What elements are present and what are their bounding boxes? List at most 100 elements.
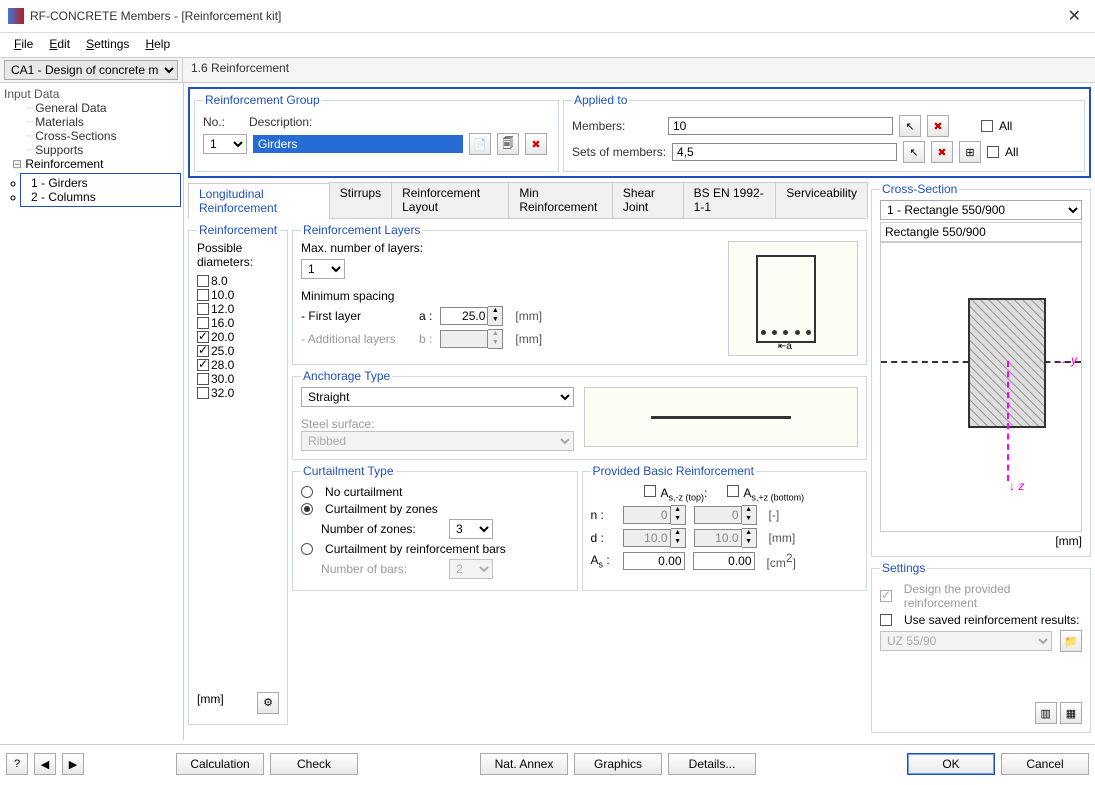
cross-name: Rectangle 550/900 [880,222,1082,242]
graphics-button[interactable]: Graphics [574,753,662,775]
case-select[interactable]: CA1 - Design of concrete memb [4,60,178,80]
design-check [880,590,892,602]
anchor-preview [584,387,858,447]
max-layers-select[interactable]: 1 [301,259,345,279]
units-button[interactable]: ⚙ [257,692,279,714]
reinf-legend: Reinforcement [197,223,279,237]
diameter-25.0[interactable]: 25.0 [197,344,279,358]
settings-legend: Settings [880,561,927,575]
cancel-button[interactable]: Cancel [1001,753,1089,775]
n-bot [694,506,742,524]
n-top [623,506,671,524]
saved-open-icon[interactable]: 📁 [1060,630,1082,652]
radio-zones[interactable] [301,503,313,515]
all-members-check[interactable] [981,120,993,132]
nav-general[interactable]: General Data [2,101,181,115]
cross-unit: [mm] [880,534,1082,548]
tab-min[interactable]: Min Reinforcement [508,182,613,218]
nav-root[interactable]: Input Data [2,87,181,101]
diameter-30.0[interactable]: 30.0 [197,372,279,386]
prev-icon[interactable]: ◀ [34,753,56,775]
menu-help[interactable]: Help [139,35,176,53]
cross-select[interactable]: 1 - Rectangle 550/900 [880,200,1082,220]
diameter-28.0[interactable]: 28.0 [197,358,279,372]
nav-reinf-columns[interactable]: 2 - Columns [25,190,176,204]
diameter-32.0[interactable]: 32.0 [197,386,279,400]
annex-button[interactable]: Nat. Annex [480,753,568,775]
nav-reinforcement[interactable]: Reinforcement [2,157,181,171]
tab-layout[interactable]: Reinforcement Layout [391,182,509,218]
tab-en1992[interactable]: BS EN 1992-1-1 [683,182,777,218]
app-icon [8,8,24,24]
tab-stirrups[interactable]: Stirrups [329,182,392,218]
tab-serviceability[interactable]: Serviceability [775,182,868,218]
a-input[interactable] [440,307,488,325]
cross-info-icon[interactable]: ▥ [1035,702,1057,724]
members-label: Members: [572,119,662,133]
group-desc-input[interactable] [253,135,463,153]
next-icon[interactable]: ▶ [62,753,84,775]
menu-file[interactable]: File [8,35,39,53]
clear-members-icon[interactable]: ✖ [927,115,949,137]
menu-edit[interactable]: Edit [43,35,76,53]
window-title: RF-CONCRETE Members - [Reinforcement kit… [30,9,1062,23]
members-input[interactable] [668,117,893,135]
tab-longitudinal[interactable]: Longitudinal Reinforcement [188,183,330,219]
diameter-10.0[interactable]: 10.0 [197,288,279,302]
delete-group-icon[interactable]: ✖ [525,133,547,155]
as-bot-check[interactable] [727,485,739,497]
group-legend: Reinforcement Group [203,93,322,107]
cross-render-icon[interactable]: ▦ [1060,702,1082,724]
cross-legend: Cross-Section [880,182,959,196]
all-sets-check[interactable] [987,146,999,158]
help-icon[interactable]: ? [6,753,28,775]
clear-sets-icon[interactable]: ✖ [931,141,953,163]
section-header: 1.6 Reinforcement [183,58,297,82]
saved-check[interactable] [880,614,892,626]
tab-shear[interactable]: Shear Joint [612,182,684,218]
provided-legend: Provided Basic Reinforcement [591,464,756,478]
check-button[interactable]: Check [270,753,358,775]
nav-reinf-girders[interactable]: 1 - Girders [25,176,176,190]
steel-surface-select: Ribbed [301,431,573,451]
d-top [623,529,671,547]
zones-select[interactable]: 3 [449,519,493,539]
diameter-16.0[interactable]: 16.0 [197,316,279,330]
no-label: No.: [203,115,243,129]
cross-preview: → y ↓ z [880,242,1082,532]
nav-supports[interactable]: Supports [2,143,181,157]
sets-input[interactable] [672,143,897,161]
radio-bars[interactable] [301,543,313,555]
radio-no-curtail[interactable] [301,486,313,498]
calculation-button[interactable]: Calculation [176,753,264,775]
menu-bar: File Edit Settings Help [0,33,1095,57]
diameter-20.0[interactable]: 20.0 [197,330,279,344]
sets-extra-icon[interactable]: ⊞ [959,141,981,163]
anchor-type-select[interactable]: Straight [301,387,573,407]
menu-settings[interactable]: Settings [80,35,135,53]
close-icon[interactable]: ✕ [1062,6,1087,26]
anchor-legend: Anchorage Type [301,369,392,383]
a-label: a : [419,309,432,323]
diameter-12.0[interactable]: 12.0 [197,302,279,316]
ok-button[interactable]: OK [907,753,995,775]
diameter-8.0[interactable]: 8.0 [197,274,279,288]
reinf-unit: [mm] [197,692,224,714]
pick-members-icon[interactable]: ↖ [899,115,921,137]
d-bot [694,529,742,547]
nav-materials[interactable]: Materials [2,115,181,129]
desc-label: Description: [249,115,312,129]
max-layers-label: Max. number of layers: [301,241,718,255]
as-top-check[interactable] [644,485,656,497]
details-button[interactable]: Details... [668,753,756,775]
copy-group-icon[interactable]: 🗐 [497,133,519,155]
minspacing-label: Minimum spacing [301,289,718,303]
addl-layer-label: - Additional layers [301,332,411,346]
as-top-val [623,552,685,570]
group-no-select[interactable]: 1 [203,134,247,154]
pick-sets-icon[interactable]: ↖ [903,141,925,163]
saved-select: UZ 55/90 [880,631,1052,651]
new-group-icon[interactable]: 📄 [469,133,491,155]
b-input [440,330,488,348]
nav-cross[interactable]: Cross-Sections [2,129,181,143]
